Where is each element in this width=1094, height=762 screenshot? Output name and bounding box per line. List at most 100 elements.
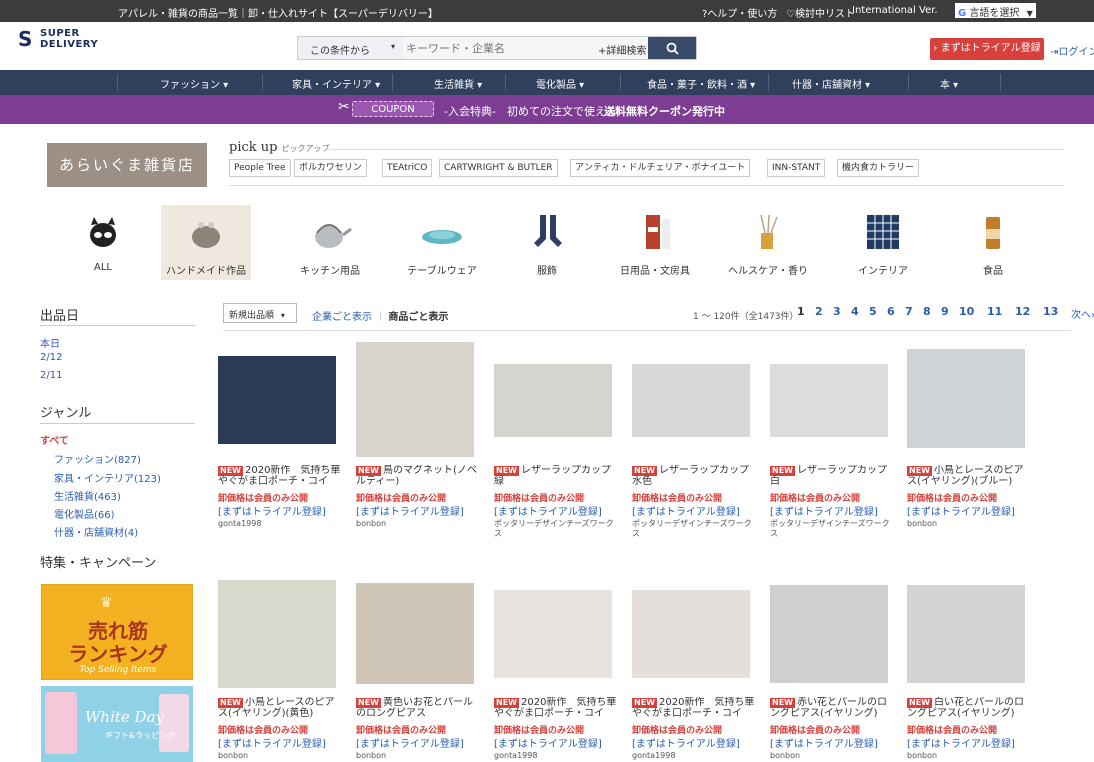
trial-register-link[interactable]: [まずはトライアル登録] — [356, 503, 464, 518]
page-link[interactable]: 2 — [815, 305, 823, 318]
nav-item-books[interactable]: 本 ▾ — [940, 76, 958, 91]
product-image[interactable] — [356, 342, 474, 457]
search-input[interactable] — [406, 39, 596, 57]
product-name[interactable]: NEW 黄色いお花とパールのロングピアス — [356, 697, 481, 719]
shop-link[interactable]: ポッタリーデザインチーズワークス — [770, 519, 890, 539]
product-image[interactable] — [632, 590, 750, 678]
trial-register-link[interactable]: [まずはトライアル登録] — [218, 735, 326, 750]
category-accessories[interactable]: 服飾 — [502, 205, 592, 280]
date-link[interactable]: 2/11 — [40, 370, 62, 381]
shop-link[interactable]: gonta1998 — [632, 751, 752, 761]
shop-link[interactable]: bonbon — [218, 751, 338, 761]
trial-register-link[interactable]: [まずはトライアル登録] — [494, 503, 602, 518]
product-name[interactable]: NEW 2020新作 気持ち華やぐがま口ポーチ・コイ — [632, 697, 757, 719]
shop-link[interactable]: ポッタリーデザインチーズワークス — [494, 519, 614, 539]
ranking-banner[interactable]: ♛ 売れ筋 ランキング Top Selling Items — [41, 584, 193, 680]
brand-chip[interactable]: INN-STANT — [767, 159, 826, 177]
watchlist-link[interactable]: ♡検討中リスト — [786, 5, 855, 20]
date-link[interactable]: 2/12 — [40, 352, 62, 363]
shop-link[interactable]: gonta1998 — [494, 751, 614, 761]
shop-link[interactable]: bonbon — [770, 751, 890, 761]
trial-register-button[interactable]: › まずはトライアル登録 — [930, 38, 1044, 60]
category-food[interactable]: 食品 — [948, 205, 1038, 280]
category-all[interactable]: ALL — [58, 205, 148, 280]
page-link[interactable]: 4 — [851, 305, 859, 318]
genre-link[interactable]: ファッション(827) — [54, 451, 141, 466]
product-image[interactable] — [907, 585, 1025, 683]
product-name[interactable]: NEW 小鳥とレースのピアス(イヤリング)(ブルー) — [907, 465, 1032, 487]
brand-chip[interactable]: アンティカ・ドルチェリア・ボナイユート — [570, 159, 751, 177]
shop-link[interactable]: gonta1998 — [218, 519, 338, 529]
product-image[interactable] — [632, 364, 750, 437]
nav-item-food[interactable]: 食品・菓子・飲料・酒 ▾ — [647, 76, 755, 91]
product-name[interactable]: NEW 赤い花とパールのロングピアス(イヤリング) — [770, 697, 895, 719]
nav-item-electronics[interactable]: 電化製品 ▾ — [536, 76, 584, 91]
whiteday-banner[interactable]: White Day ギフト&ラッピング — [41, 686, 193, 762]
product-name[interactable]: NEW 鳥のマグネット(ノベルティー) — [356, 465, 481, 487]
trial-register-link[interactable]: [まずはトライアル登録] — [632, 503, 740, 518]
shop-link[interactable]: bonbon — [356, 751, 476, 761]
trial-register-link[interactable]: [まずはトライアル登録] — [907, 735, 1015, 750]
brand-chip[interactable]: 機内食カトラリー — [837, 159, 920, 177]
category-kitchen[interactable]: キッチン用品 — [285, 205, 375, 280]
brand-chip[interactable]: CARTWRIGHT & BUTLER — [439, 159, 558, 177]
search-condition-select[interactable]: この条件から ▾ — [298, 37, 403, 59]
brand-chip[interactable]: People Tree — [229, 159, 291, 177]
page-link[interactable]: 6 — [887, 305, 895, 318]
login-link[interactable]: ⇥ログイン — [1050, 43, 1094, 58]
nav-item-fixtures[interactable]: 什器・店舗資材 ▾ — [792, 76, 870, 91]
genre-link-all[interactable]: すべて — [40, 432, 69, 447]
category-daily-goods[interactable]: 日用品・文房具 — [610, 205, 700, 280]
page-link[interactable]: 10 — [959, 305, 974, 318]
category-handmade[interactable]: ハンドメイド作品 — [161, 205, 251, 280]
trial-register-link[interactable]: [まずはトライアル登録] — [356, 735, 464, 750]
page-link[interactable]: 3 — [833, 305, 841, 318]
product-image[interactable] — [494, 364, 612, 437]
search-button[interactable] — [648, 37, 696, 59]
shop-link[interactable]: ポッタリーデザインチーズワークス — [632, 519, 752, 539]
product-name[interactable]: NEW 2020新作 気持ち華やぐがま口ポーチ・コイ — [218, 465, 343, 487]
brand-chip[interactable]: ポルカワセリン — [294, 159, 367, 177]
genre-link[interactable]: 電化製品(66) — [54, 506, 115, 521]
genre-link[interactable]: 什器・店舗資材(4) — [54, 524, 138, 539]
product-name[interactable]: NEW レザーラップカップ 水色 — [632, 465, 757, 487]
trial-register-link[interactable]: [まずはトライアル登録] — [494, 735, 602, 750]
page-link[interactable]: 12 — [1015, 305, 1030, 318]
category-tableware[interactable]: テーブルウェア — [397, 205, 487, 280]
sort-select[interactable]: 新規出品順 ▾ — [223, 303, 297, 323]
product-image[interactable] — [770, 585, 888, 683]
trial-register-link[interactable]: [まずはトライアル登録] — [632, 735, 740, 750]
category-interior[interactable]: インテリア — [838, 205, 928, 280]
view-by-company-link[interactable]: 企業ごと表示 — [312, 312, 372, 323]
genre-link[interactable]: 生活雑貨(463) — [54, 488, 121, 503]
help-link[interactable]: ?ヘルプ・使い方 — [702, 5, 777, 20]
shop-link[interactable]: bonbon — [907, 751, 1027, 761]
page-link[interactable]: 8 — [923, 305, 931, 318]
nav-item-fashion[interactable]: ファッション ▾ — [160, 76, 228, 91]
shop-banner[interactable]: あらいぐま雑貨店 — [47, 143, 207, 187]
page-link[interactable]: 11 — [987, 305, 1002, 318]
product-image[interactable] — [770, 364, 888, 437]
product-name[interactable]: NEW レザーラップカップ 白 — [770, 465, 895, 487]
page-link[interactable]: 5 — [869, 305, 877, 318]
product-image[interactable] — [218, 356, 336, 444]
trial-register-link[interactable]: [まずはトライアル登録] — [770, 735, 878, 750]
product-image[interactable] — [494, 590, 612, 678]
logo[interactable]: S SUPER DELIVERY — [18, 24, 128, 52]
trial-register-link[interactable]: [まずはトライアル登録] — [218, 503, 326, 518]
coupon-banner[interactable]: ✂ COUPON -入会特典- 初めての注文で使える！ 送料無料クーポン発行中 — [0, 95, 1094, 124]
next-page-link[interactable]: 次へ› — [1071, 306, 1094, 321]
shop-link[interactable]: bonbon — [907, 519, 1027, 529]
nav-item-household[interactable]: 生活雑貨 ▾ — [434, 76, 482, 91]
product-name[interactable]: NEW レザーラップカップ 緑 — [494, 465, 619, 487]
international-link[interactable]: International Ver. — [852, 5, 938, 16]
page-link[interactable]: 13 — [1043, 305, 1058, 318]
product-image[interactable] — [907, 349, 1025, 448]
trial-register-link[interactable]: [まずはトライアル登録] — [907, 503, 1015, 518]
genre-link[interactable]: 家具・インテリア(123) — [54, 470, 161, 485]
category-healthcare[interactable]: ヘルスケア・香り — [723, 205, 813, 280]
product-image[interactable] — [218, 580, 336, 688]
product-name[interactable]: NEW 小鳥とレースのピアス(イヤリング)(黄色) — [218, 697, 343, 719]
product-image[interactable] — [356, 583, 474, 684]
trial-register-link[interactable]: [まずはトライアル登録] — [770, 503, 878, 518]
